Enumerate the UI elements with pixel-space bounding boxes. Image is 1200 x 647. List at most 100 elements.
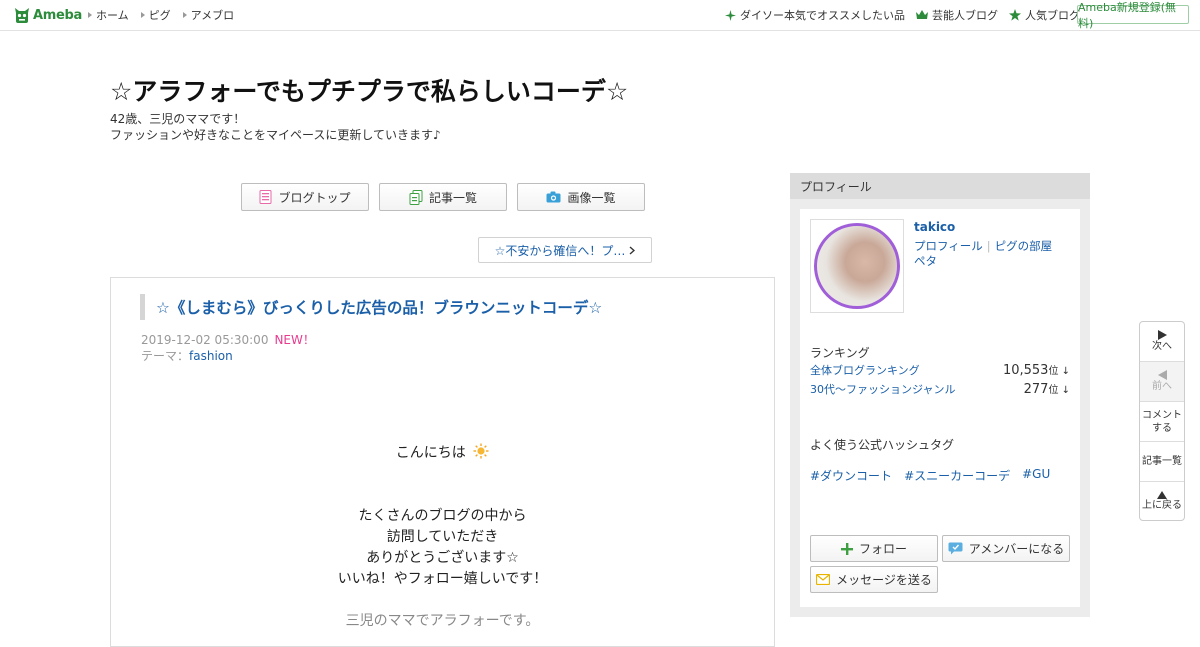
entry-article: ☆《しまむら》びっくりした広告の品！ブラウンニットコーデ☆ 2019-12-02… xyxy=(110,277,775,647)
comment-label: する xyxy=(1152,422,1172,434)
ranking-value: 277位 ↓ xyxy=(1024,381,1070,397)
blog-title[interactable]: ☆アラフォーでもプチプラで私らしいコーデ☆ xyxy=(110,72,628,108)
blog-top-label: ブログトップ xyxy=(278,190,351,205)
ranking-number: 277 xyxy=(1023,382,1049,397)
pigg-room-link[interactable]: ピグの部屋 xyxy=(995,239,1053,253)
global-nav: ホーム ピグ アメブロ xyxy=(88,0,246,30)
gnav-pigg[interactable]: ピグ xyxy=(140,7,171,23)
ranking-value: 10,553位 ↓ xyxy=(1003,362,1070,378)
ranking-heading: ランキング xyxy=(810,346,870,360)
featured-daiso-link[interactable]: ダイソー本気でオススメしたい品 xyxy=(725,7,905,23)
crown-icon xyxy=(916,10,928,19)
entry-title[interactable]: ☆《しまむら》びっくりした広告の品！ブラウンニットコーデ☆ xyxy=(140,294,602,320)
entry-list-shortcut[interactable]: 記事一覧 xyxy=(1140,442,1184,482)
chevron-right-icon xyxy=(629,245,636,255)
next-entry-label: 次へ xyxy=(1152,341,1172,352)
featured-daiso-label: ダイソー本気でオススメしたい品 xyxy=(740,9,905,22)
amember-button[interactable]: アメンバーになる xyxy=(942,535,1070,562)
celebrity-blog-label: 芸能人ブログ xyxy=(932,9,998,22)
image-list-label: 画像一覧 xyxy=(567,190,616,205)
hashtag-link[interactable]: #スニーカーコーデ xyxy=(904,467,1010,484)
image-list-button[interactable]: 画像一覧 xyxy=(517,183,645,211)
entry-list-button[interactable]: 記事一覧 xyxy=(379,183,507,211)
entry-date: 2019-12-02 05:30:00 xyxy=(141,333,269,347)
global-header: Ameba ホーム ピグ アメブロ ダイソー本気でオススメしたい品 芸能人ブログ… xyxy=(0,0,1200,31)
back-to-top-label: 上に戻る xyxy=(1142,499,1182,511)
popular-blog-link[interactable]: 人気ブログ xyxy=(1009,7,1080,23)
ranking-number: 10,553 xyxy=(1002,363,1049,378)
entry-list-shortcut-label: 記事一覧 xyxy=(1142,456,1182,467)
send-message-label: メッセージを送る xyxy=(836,573,932,587)
gnav-home-label: ホーム xyxy=(96,9,129,22)
blog-description-line: ファッションや好きなことをマイペースに更新していきます♪ xyxy=(110,128,441,142)
send-message-button[interactable]: メッセージを送る xyxy=(810,566,938,593)
follow-label: フォロー xyxy=(858,542,907,556)
ameba-mascot-icon xyxy=(15,7,29,23)
entry-body-line: いいね！やフォロー嬉しいです！ xyxy=(337,571,548,587)
prev-entry-button[interactable]: 前へ xyxy=(1140,362,1184,402)
triangle-up-icon xyxy=(1157,490,1167,499)
prev-entry-label: 前へ xyxy=(1152,381,1172,392)
envelope-icon xyxy=(816,574,831,585)
profile-links: プロフィール | ピグの部屋 ペタ xyxy=(914,239,1074,269)
peta-link[interactable]: ペタ xyxy=(914,254,937,268)
blog-top-button[interactable]: ブログトップ xyxy=(241,183,369,211)
entry-body-line: たくさんのブログの中から xyxy=(358,508,527,524)
hashtag-link[interactable]: #ダウンコート xyxy=(810,467,892,484)
greeting-text: こんにちは xyxy=(395,445,466,461)
logo-text: Ameba xyxy=(33,7,83,23)
caret-right-icon xyxy=(88,12,92,18)
featured-nav: ダイソー本気でオススメしたい品 芸能人ブログ 人気ブログ xyxy=(714,0,1080,30)
overall-ranking-link[interactable]: 全体ブログランキング xyxy=(810,362,920,378)
star-icon xyxy=(1009,9,1021,21)
signup-button[interactable]: Ameba新規登録(無料) xyxy=(1077,1,1189,30)
comment-label: コメント xyxy=(1142,409,1182,421)
entry-body-line: 三児のママでアラフォーです。 xyxy=(345,613,540,629)
back-to-top-button[interactable]: 上に戻る xyxy=(1140,482,1184,520)
camera-icon xyxy=(546,191,561,203)
profile-card: takico プロフィール | ピグの部屋 ペタ ランキング 全体ブログランキング … xyxy=(800,209,1080,607)
plus-icon xyxy=(840,542,853,555)
entry-body-line: ありがとうございます☆ xyxy=(366,550,519,566)
play-right-icon xyxy=(1157,330,1167,340)
sparkle-icon xyxy=(725,9,736,21)
blog-description: 42歳、三児のママです！ ファッションや好きなことをマイペースに更新していきます… xyxy=(110,111,441,143)
blog-description-line: 42歳、三児のママです！ xyxy=(110,112,246,126)
sun-icon xyxy=(473,443,489,459)
gnav-home[interactable]: ホーム xyxy=(88,7,129,23)
profile-avatar-link[interactable] xyxy=(810,219,904,313)
entry-meta: 2019-12-02 05:30:00 NEW！ xyxy=(141,331,315,348)
gnav-ameblo-label: アメブロ xyxy=(190,9,235,22)
caret-right-icon xyxy=(140,12,145,18)
gnav-pigg-label: ピグ xyxy=(148,9,171,22)
celebrity-blog-link[interactable]: 芸能人ブログ xyxy=(916,7,998,23)
popular-blog-label: 人気ブログ xyxy=(1025,9,1080,22)
ranking-row: 30代〜ファッションジャンル 277位 ↓ xyxy=(810,380,1070,398)
ameba-logo[interactable]: Ameba xyxy=(14,6,82,24)
profile-username[interactable]: takico xyxy=(914,220,955,234)
previous-entry-link[interactable]: ☆不安から確信へ！プ… xyxy=(478,237,652,263)
entry-body-line: 訪問していただき xyxy=(386,529,499,545)
profile-link[interactable]: プロフィール xyxy=(914,239,983,253)
new-badge: NEW！ xyxy=(274,333,315,347)
entry-theme-label: テーマ： xyxy=(141,349,190,363)
document-icon xyxy=(259,190,272,204)
ranking-unit: 位 ↓ xyxy=(1048,385,1070,396)
profile-sidebar: プロフィール takico プロフィール | ピグの部屋 ペタ ランキング 全体ブロ… xyxy=(790,173,1090,617)
avatar xyxy=(814,223,900,309)
floating-page-nav: 次へ 前へ コメント する 記事一覧 上に戻る xyxy=(1139,321,1185,521)
divider: | xyxy=(986,239,991,253)
gnav-ameblo[interactable]: アメブロ xyxy=(182,7,235,23)
amember-label: アメンバーになる xyxy=(968,542,1065,556)
entry-theme-link[interactable]: fashion xyxy=(189,349,233,363)
ranking-unit: 位 ↓ xyxy=(1048,366,1070,377)
hashtag-link[interactable]: #GU xyxy=(1022,467,1050,484)
next-entry-button[interactable]: 次へ xyxy=(1140,322,1184,362)
chat-bubble-icon xyxy=(948,542,963,555)
caret-right-icon xyxy=(182,12,187,18)
comment-button[interactable]: コメント する xyxy=(1140,402,1184,442)
follow-button[interactable]: フォロー xyxy=(810,535,938,562)
play-left-icon xyxy=(1157,370,1167,380)
previous-entry-label: ☆不安から確信へ！プ… xyxy=(494,243,626,258)
genre-ranking-link[interactable]: 30代〜ファッションジャンル xyxy=(810,381,955,397)
